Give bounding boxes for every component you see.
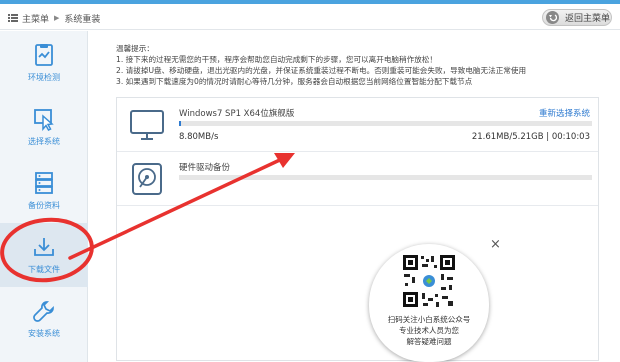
qr-code-icon (401, 253, 457, 309)
sidebar-item-label: 环境检测 (28, 73, 60, 82)
sidebar-item-label: 选择系统 (28, 137, 60, 146)
sidebar-item-label: 安装系统 (28, 329, 60, 338)
sidebar-item-environment-check[interactable]: 环境检测 (0, 31, 88, 95)
monitor-icon (130, 110, 164, 140)
task-title: 硬件驱动备份 (179, 163, 231, 173)
select-system-icon (34, 109, 54, 131)
task-row-system-image: Windows7 SP1 X64位旗舰版 重新选择系统 8.80MB/s 21.… (117, 98, 598, 152)
breadcrumb-main-menu[interactable]: 主菜单 (22, 12, 49, 25)
back-to-main-menu-button[interactable]: 返回主菜单 (542, 9, 612, 26)
task-progress-bar (179, 121, 592, 126)
sidebar-item-label: 备份资料 (28, 201, 60, 210)
tips-line: 2. 请拔掉U盘、移动硬盘，退出光驱内的光盘，并保证系统重装过程不断电。否则重装… (116, 66, 527, 75)
breadcrumb-separator-icon: ▶ (54, 14, 60, 22)
download-panel: Windows7 SP1 X64位旗舰版 重新选择系统 8.80MB/s 21.… (116, 97, 599, 361)
tips-block: 温馨提示： 1. 接下来的过程无需您的干预，程序会帮助您自动完成剩下的步骤，您可… (116, 43, 606, 87)
sidebar-item-install-system[interactable]: 安装系统 (0, 287, 88, 351)
sidebar-item-backup-data[interactable]: 备份资料 (0, 159, 88, 223)
environment-check-icon (35, 44, 53, 66)
download-speed: 8.80MB/s (179, 132, 219, 142)
hard-drive-icon (132, 163, 162, 195)
qr-code-popup: 扫码关注小白系统公众号 专业技术人员为您 解答疑难问题 (369, 244, 489, 362)
header-bar: 主菜单 ▶ 系统重装 返回主菜单 (0, 4, 620, 30)
install-system-icon (33, 301, 54, 322)
breadcrumb-current: 系统重装 (64, 14, 101, 25)
progress-fill (179, 121, 181, 126)
tips-line: 3. 如果遇到下载速度为0的情况时请耐心等待几分钟，服务器会自动根据您当前网络位… (116, 77, 473, 86)
qr-text-line: 扫码关注小白系统公众号 (387, 315, 471, 324)
qr-text-line: 解答疑难问题 (406, 337, 452, 346)
task-title: Windows7 SP1 X64位旗舰版 (179, 109, 295, 119)
main-content: 温馨提示： 1. 接下来的过程无需您的干预，程序会帮助您自动完成剩下的步骤，您可… (89, 31, 620, 362)
sidebar-item-select-system[interactable]: 选择系统 (0, 95, 88, 159)
task-progress-bar (179, 175, 592, 180)
tips-line: 1. 接下来的过程无需您的干预，程序会帮助您自动完成剩下的步骤，您可以离开电脑稍… (116, 55, 437, 64)
sidebar-item-label: 下载文件 (28, 265, 60, 274)
back-button-label: 返回主菜单 (565, 14, 611, 24)
breadcrumb: 主菜单 ▶ 系统重装 (8, 11, 100, 25)
menu-list-icon (8, 14, 18, 22)
back-arrow-icon (546, 11, 559, 24)
sidebar: 环境检测 选择系统 备份资料 下载文件 安装系统 (0, 31, 88, 362)
download-stats: 21.61MB/5.21GB | 00:10:03 (471, 132, 590, 142)
sidebar-item-download-file[interactable]: 下载文件 (0, 223, 88, 287)
tips-heading: 温馨提示： (116, 44, 154, 53)
close-icon[interactable]: × (490, 237, 501, 252)
reselect-system-link[interactable]: 重新选择系统 (539, 107, 590, 119)
backup-data-icon (35, 172, 53, 194)
task-row-driver-backup: 硬件驱动备份 (117, 152, 598, 206)
qr-text-line: 专业技术人员为您 (399, 326, 459, 335)
download-file-icon (34, 238, 54, 256)
